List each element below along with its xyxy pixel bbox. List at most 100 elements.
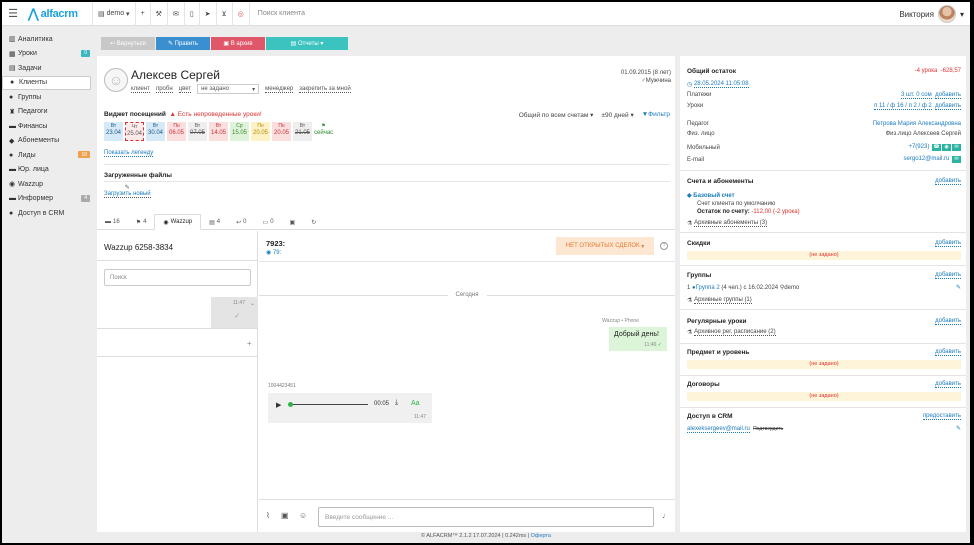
show-legend-link[interactable]: Показать легенду [104,150,154,157]
visit-cell[interactable]: Вт 30.04 [146,122,165,141]
add-contract-link[interactable]: добавить [935,381,961,388]
tag-color[interactable]: цвет [178,86,192,93]
message-input[interactable]: Введите сообщение ... [318,507,654,527]
visit-cell[interactable]: Вт 23.04 [104,122,123,141]
audio-track[interactable] [290,404,368,405]
whatsapp-icon[interactable]: ◉ [942,144,951,151]
audio-progress-knob[interactable] [288,402,293,407]
add-account-link[interactable]: добавить [935,178,961,185]
download-icon[interactable]: ⤓ [395,399,398,407]
edit-button[interactable]: ✎ Править [156,37,210,50]
status-select[interactable]: не задано ▾ [197,84,260,94]
assign-me-link[interactable]: закрепить за мной [299,86,351,93]
tab-wazzup[interactable]: ◉ Wazzup [154,214,202,230]
user-menu[interactable]: Виктория ▾ [899,2,964,26]
sms-icon[interactable]: ✉ [952,144,961,151]
tab-card[interactable]: ▣ [282,214,304,230]
visit-cell[interactable]: Вт 07.05 [188,122,207,141]
emoji-icon[interactable]: ☺ [299,511,307,520]
visit-cell[interactable]: Пн 20.05 [251,122,270,141]
menu-icon[interactable]: ☰ [4,7,22,20]
add-payment-link[interactable]: добавить [935,91,961,99]
add-group-link[interactable]: добавить [935,272,961,279]
tag-client[interactable]: клиент [131,86,150,93]
help-icon[interactable]: ? [660,242,668,250]
logo[interactable]: ⋀ alfacrm [28,6,92,22]
period-select[interactable]: ±90 дней ▾ [601,111,633,119]
add-lesson-link[interactable]: добавить [935,102,961,110]
sidebar-item-finance[interactable]: ▬ Финансы [2,119,94,134]
sidebar-item-clients[interactable]: ● Клиенты [2,75,91,90]
chat-list-item[interactable]: 11:47 ✓ ⌄ [211,297,258,328]
group-link[interactable]: Группа 2 [696,285,720,291]
reports-button[interactable]: ▤ Отчеты ▾ [266,37,348,50]
sidebar-item-crm-access[interactable]: ● Доступ в CRM [2,206,94,221]
mail-icon[interactable]: ✉ [952,156,961,163]
filter-button[interactable]: ▼Фильтр [642,111,670,119]
visit-cell[interactable]: Пн 06.05 [167,122,186,141]
add-icon[interactable]: + [134,2,150,26]
mobile-value[interactable]: +7(923) [908,144,929,150]
visit-cell[interactable]: Вт 14.05 [209,122,228,141]
mobile-icon[interactable]: ▯ [183,2,199,26]
archived-subscriptions[interactable]: ⚗ Архивные абонементы (3) [687,219,961,228]
transcribe-button[interactable]: Aa [411,400,420,407]
sidebar-item-groups[interactable]: ● Группы [2,90,94,105]
edit-group-icon[interactable]: ✎ [956,284,961,291]
archived-groups[interactable]: ⚗ Архивные группы (1) [687,296,961,305]
email-value[interactable]: sergo12@mail.ru [904,156,950,162]
tab-replies[interactable]: ↩ 0 [228,214,254,230]
sidebar-item-leads[interactable]: ● Лиды 18 [2,148,94,163]
visit-cell[interactable]: Ср 15.05 [230,122,249,141]
wrench-icon[interactable]: ⚒ [149,2,167,26]
upload-file-button[interactable]: ✎ Загрузить новый [104,184,151,198]
return-button[interactable]: ↩ Вернуться [101,37,155,50]
tab-chats[interactable]: ▭ 0 [255,214,282,230]
add-discount-link[interactable]: добавить [935,240,961,247]
visit-cell-now[interactable]: ⚑ сейчас [314,122,333,141]
visits-warning[interactable]: ▲ Есть непроведенные уроки! [168,111,262,118]
visit-cell[interactable]: Пн 20.05 [272,122,291,141]
sidebar-item-analytics[interactable]: ▥ Аналитика [2,32,94,47]
lessons-link[interactable]: п 11 / ф 16 / п 2 / ф 2 [874,102,932,110]
lifebuoy-icon[interactable]: ◎ [231,2,249,26]
visit-cell[interactable]: Вт 21.05 [293,122,312,141]
tab-flags[interactable]: ⚑ 4 [128,214,155,230]
sidebar-item-informer[interactable]: ▬ Информер 4 [2,192,94,207]
archive-button[interactable]: ▣ В архив [211,37,265,50]
microphone-icon[interactable]: ♩ [662,511,670,520]
profile-photo[interactable]: ☺ [104,68,128,92]
add-regular-lesson-link[interactable]: добавить [935,318,961,325]
sidebar-item-lessons[interactable]: ▦ Уроки 0 [2,47,94,62]
search-input[interactable]: Поиск клиента [248,2,305,26]
tag-trial[interactable]: пробн [155,86,173,93]
paperclip-icon[interactable]: ⌇ [266,511,270,520]
template-icon[interactable]: ▣ [281,511,289,520]
send-icon[interactable]: ➤ [198,2,216,26]
add-subject-link[interactable]: добавить [935,349,961,356]
sidebar-item-wazzup[interactable]: ◉ Wazzup [2,177,94,192]
teacher-link[interactable]: Петрова Мария Александровна [873,121,961,127]
phone-icon[interactable]: ☎ [932,144,941,151]
visit-cell[interactable]: Чт 25.04 [125,122,144,141]
tab-comments[interactable]: ▬ 16 [97,214,128,230]
offer-link[interactable]: Оферта [531,533,551,539]
balance-date[interactable]: ◷ 28.05.2024 11:05:08 [687,80,961,89]
manager-label[interactable]: менеджер [265,86,294,93]
add-chat-icon[interactable]: + [247,339,252,348]
scope-select[interactable]: Общий по всем счетам ▾ [519,111,594,119]
cart-icon[interactable]: ⊻ [215,2,232,26]
confirm-link[interactable]: Подтвердить [753,426,783,432]
outgoing-message[interactable]: Добрый день! 11:46 ✓ [609,327,667,351]
mail-icon[interactable]: ✉ [166,2,184,26]
sidebar-item-tasks[interactable]: ▤ Задачи [2,61,94,76]
sidebar-item-companies[interactable]: ▬ Юр. лица [2,163,94,178]
tab-documents[interactable]: ▤ 4 [201,214,228,230]
tab-history[interactable]: ↻ [303,214,324,230]
play-icon[interactable]: ▶ [276,401,281,409]
chat-search-input[interactable]: Поиск [104,269,251,286]
no-open-deals-button[interactable]: НЕТ ОТКРЫТЫХ СДЕЛОК ▾ [556,237,654,255]
sidebar-item-teachers[interactable]: ♜ Педагоги [2,105,94,120]
grant-access-link[interactable]: предоставить [922,413,961,420]
sidebar-item-subscriptions[interactable]: ◆ Абонементы [2,134,94,149]
